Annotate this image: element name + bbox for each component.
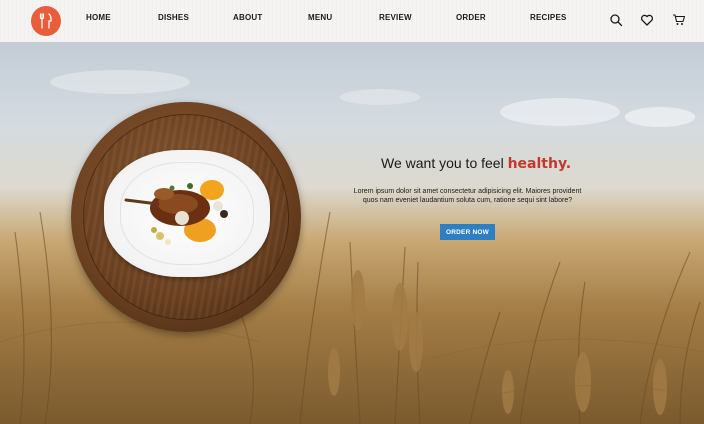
headline-accent: healthy.	[507, 156, 572, 172]
nav-home[interactable]: HOME	[86, 13, 111, 22]
headline-text: We want you to feel	[381, 155, 508, 171]
hero-description: Lorem ipsum dolor sit amet consectetur a…	[353, 188, 582, 204]
nav-recipes[interactable]: RECIPES	[530, 13, 567, 22]
nav-menu[interactable]: MENU	[308, 13, 332, 22]
order-now-button[interactable]: ORDER NOW	[440, 224, 495, 240]
search-icon[interactable]	[609, 13, 623, 27]
heart-icon[interactable]	[640, 13, 654, 27]
top-navbar: HOME DISHES ABOUT MENU REVIEW ORDER RECI…	[0, 0, 704, 42]
cart-icon[interactable]	[672, 13, 686, 27]
brand-logo[interactable]	[31, 6, 61, 36]
dish-food-image	[124, 180, 228, 245]
nav-order[interactable]: ORDER	[456, 13, 486, 22]
nav-about[interactable]: ABOUT	[233, 13, 262, 22]
nav-dishes[interactable]: DISHES	[158, 13, 189, 22]
nav-review[interactable]: REVIEW	[379, 13, 412, 22]
hero-headline: We want you to feel healthy.	[381, 155, 571, 172]
fork-knife-icon	[39, 13, 52, 29]
